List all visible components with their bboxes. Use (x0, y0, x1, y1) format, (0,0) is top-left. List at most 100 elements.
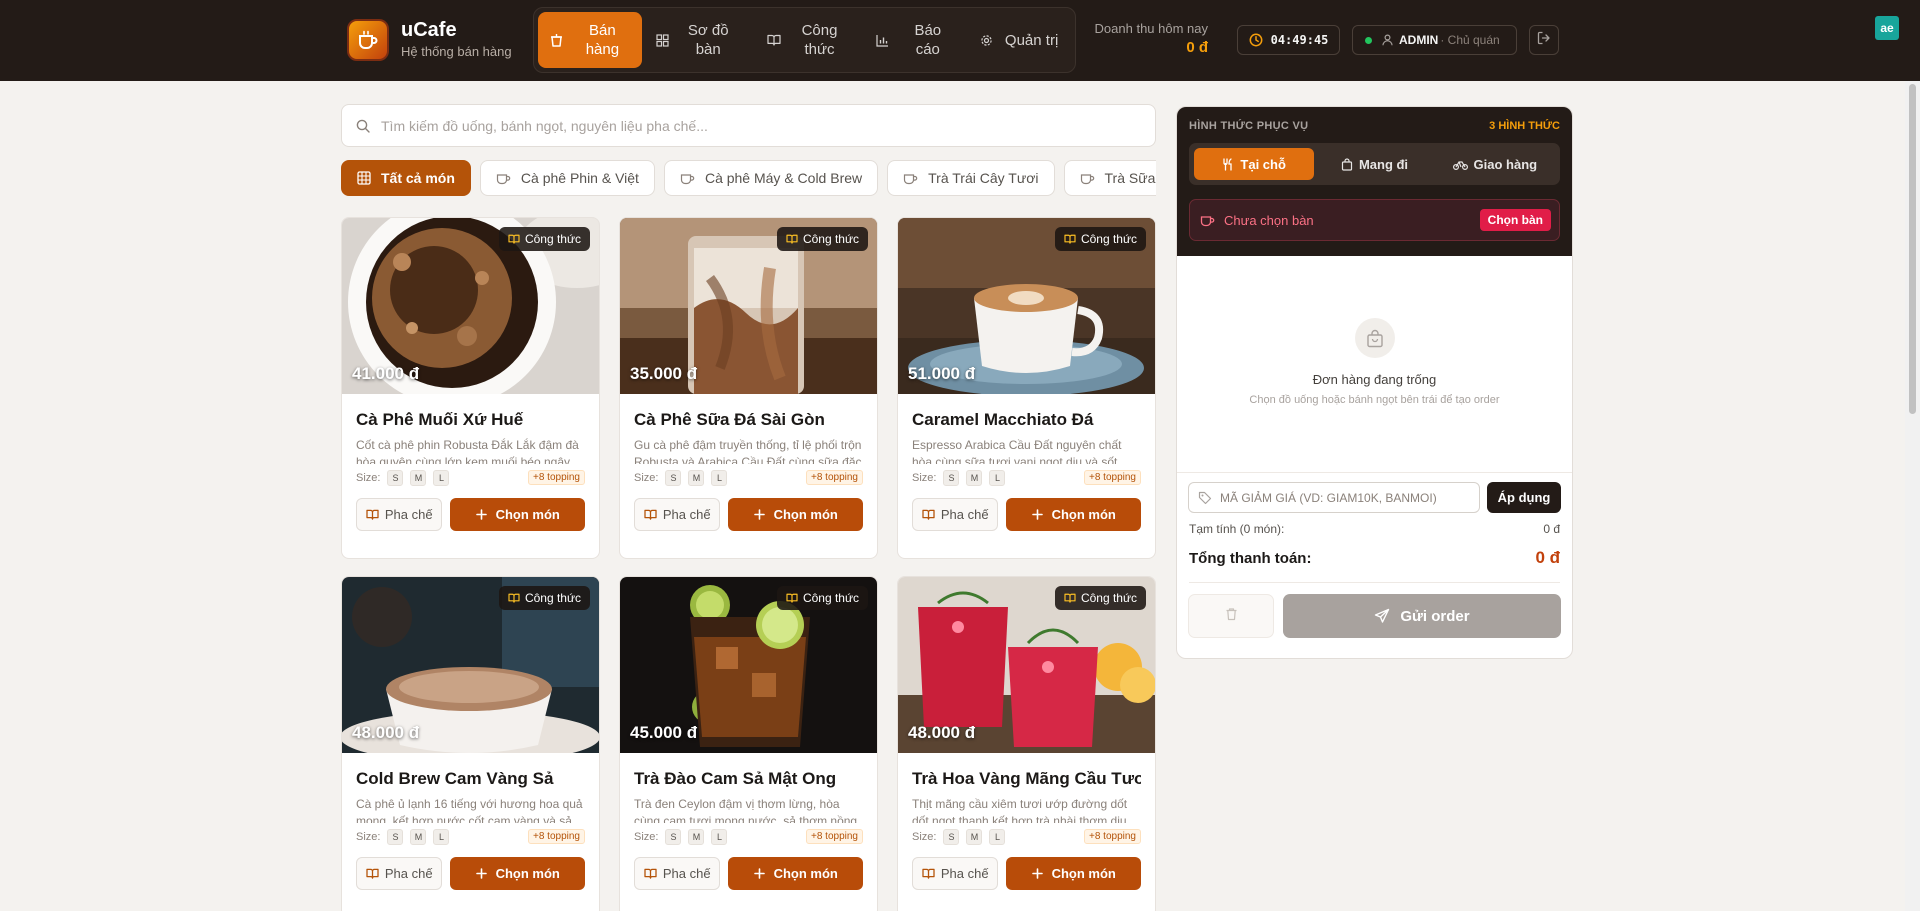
recipe-badge[interactable]: Công thức (776, 586, 868, 610)
recipe-button[interactable]: Pha chế (356, 498, 443, 531)
book-icon (786, 593, 798, 603)
size-chip[interactable]: M (966, 469, 983, 486)
category-tab-all[interactable]: Tất cả món (341, 160, 471, 196)
size-chip[interactable]: S (943, 469, 960, 486)
size-chip[interactable]: S (665, 828, 682, 845)
clear-order-button[interactable] (1188, 594, 1274, 638)
recipe-badge[interactable]: Công thức (1054, 586, 1146, 610)
category-tab-machine-coffee[interactable]: Cà phê Máy & Cold Brew (663, 160, 879, 196)
product-card[interactable]: Công thức 48.000 đ Trà Hoa Vàng Mãng Cầu… (897, 576, 1156, 911)
service-tab-label: Giao hàng (1473, 156, 1538, 172)
recipe-button-label: Pha chế (384, 507, 433, 522)
book-icon (1064, 593, 1076, 603)
coupon-input[interactable] (1220, 490, 1450, 505)
add-to-order-button[interactable]: Chọn món (450, 498, 585, 531)
apply-coupon-button[interactable]: Áp dụng (1487, 482, 1561, 513)
product-card[interactable]: Công thức 51.000 đ Caramel Macchiato Đá … (897, 217, 1156, 559)
product-price: 35.000 đ (630, 364, 698, 383)
send-order-button[interactable]: Gửi order (1283, 594, 1561, 638)
recipe-button-label: Pha chế (662, 866, 711, 881)
recipe-badge[interactable]: Công thức (776, 227, 868, 251)
product-description: Gu cà phê đậm truyền thống, tỉ lệ phối t… (634, 438, 862, 464)
size-chip[interactable]: L (989, 469, 1006, 486)
nav-item-admin[interactable]: Quản trị (967, 12, 1071, 68)
recipe-badge[interactable]: Công thức (498, 586, 590, 610)
size-chip[interactable]: M (410, 828, 427, 845)
book-icon (644, 868, 657, 879)
page-scrollbar-thumb[interactable] (1909, 84, 1916, 414)
product-card[interactable]: Công thức 35.000 đ Cà Phê Sữa Đá Sài Gòn… (619, 217, 878, 559)
nav-item-recipes[interactable]: Công thức (750, 12, 864, 68)
logout-button[interactable] (1529, 25, 1559, 55)
recipe-button[interactable]: Pha chế (912, 498, 999, 531)
user-menu[interactable]: ADMIN · Chủ quán (1352, 25, 1517, 55)
product-price: 41.000 đ (352, 364, 420, 383)
recipe-button[interactable]: Pha chế (912, 857, 999, 890)
search-icon (356, 119, 370, 133)
coupon-field (1188, 482, 1480, 513)
nav-label: Sơ đồ bàn (687, 22, 729, 58)
recipe-button[interactable]: Pha chế (356, 857, 443, 890)
category-tab-milk-tea[interactable]: Trà Sữa & Matcha (1063, 160, 1156, 196)
product-price: 48.000 đ (908, 723, 976, 742)
size-chip[interactable]: S (387, 828, 404, 845)
logout-icon (1537, 31, 1551, 50)
nav-item-table-map[interactable]: Sơ đồ bàn (642, 12, 750, 68)
category-tab-phin[interactable]: Cà phê Phin & Việt (479, 160, 655, 196)
product-card[interactable]: Công thức 41.000 đ Cà Phê Muối Xứ Huế Cố… (341, 217, 600, 559)
size-chip[interactable]: L (711, 469, 728, 486)
choose-table-button[interactable]: Chọn bàn (1479, 209, 1551, 231)
extension-badge[interactable]: ae (1875, 16, 1899, 40)
plus-icon (1031, 868, 1043, 879)
recipe-badge-label: Công thức (1080, 232, 1137, 246)
nav-item-reports[interactable]: Báo cáo (863, 12, 967, 68)
nav-item-sales[interactable]: Bán hàng (538, 12, 642, 68)
add-to-order-button[interactable]: Chọn món (1006, 857, 1141, 890)
size-chip[interactable]: L (711, 828, 728, 845)
recipe-button[interactable]: Pha chế (634, 857, 721, 890)
size-chip[interactable]: M (688, 469, 705, 486)
fork-knife-icon (1222, 157, 1234, 171)
add-to-order-button[interactable]: Chọn món (1006, 498, 1141, 531)
size-chip[interactable]: L (989, 828, 1006, 845)
coffee-cup-icon (1080, 172, 1095, 185)
category-label: Cà phê Máy & Cold Brew (704, 170, 863, 186)
category-label: Trà Trái Cây Tươi (928, 170, 1039, 186)
size-chip[interactable]: L (433, 469, 450, 486)
empty-order-title: Đơn hàng đang trống (1312, 372, 1437, 387)
product-card[interactable]: Công thức 45.000 đ Trà Đào Cam Sả Mật On… (619, 576, 878, 911)
add-to-order-button[interactable]: Chọn món (450, 857, 585, 890)
product-card[interactable]: Công thức 48.000 đ Cold Brew Cam Vàng Sả… (341, 576, 600, 911)
service-type-tabs: Tại chỗ Mang đi Giao hàng (1189, 143, 1560, 185)
recipe-badge[interactable]: Công thức (498, 227, 590, 251)
service-tab-takeaway[interactable]: Mang đi (1314, 148, 1434, 180)
service-type-count: 3 HÌNH THỨC (1489, 120, 1560, 132)
size-chip[interactable]: S (387, 469, 404, 486)
recipe-button[interactable]: Pha chế (634, 498, 721, 531)
size-label: Size: (912, 471, 937, 484)
search-input[interactable] (381, 117, 1141, 134)
size-chip[interactable]: M (966, 828, 983, 845)
book-icon (366, 868, 379, 879)
category-tabs: Tất cả món Cà phê Phin & Việt Cà phê Máy… (341, 160, 1156, 197)
category-tab-fruit-tea[interactable]: Trà Trái Cây Tươi (887, 160, 1055, 196)
size-chip[interactable]: S (665, 469, 682, 486)
send-icon (1374, 608, 1390, 624)
size-chip[interactable]: M (410, 469, 427, 486)
top-bar: uCafe Hệ thống bán hàng Bán hàng Sơ đồ b… (0, 0, 1920, 81)
book-icon (786, 234, 798, 244)
trash-icon (1225, 607, 1238, 626)
size-chip[interactable]: M (688, 828, 705, 845)
service-tab-delivery[interactable]: Giao hàng (1435, 148, 1555, 180)
size-chip[interactable]: L (433, 828, 450, 845)
size-label: Size: (356, 471, 381, 484)
add-to-order-button[interactable]: Chọn món (728, 498, 863, 531)
recipe-badge[interactable]: Công thức (1054, 227, 1146, 251)
add-to-order-button[interactable]: Chọn món (728, 857, 863, 890)
size-chip[interactable]: S (943, 828, 960, 845)
topping-badge: +8 topping (1084, 829, 1141, 844)
recipe-button-label: Pha chế (940, 866, 989, 881)
brand[interactable]: uCafe Hệ thống bán hàng (347, 18, 512, 61)
service-tab-dine-in[interactable]: Tại chỗ (1194, 148, 1315, 180)
shopping-bag-icon (1354, 318, 1395, 358)
